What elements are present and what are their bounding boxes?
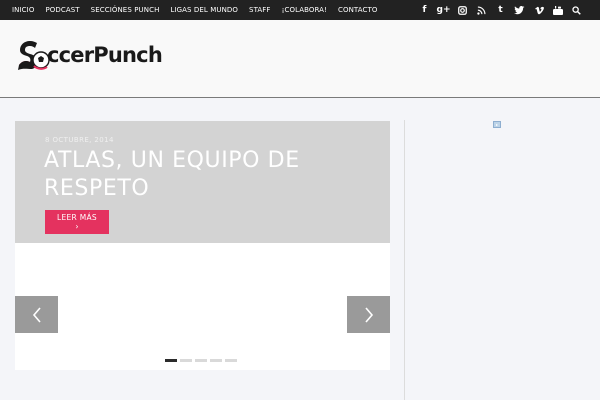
sidebar-divider <box>404 120 405 400</box>
nav-item-podcast[interactable]: PODCAST <box>45 6 79 14</box>
nav-item-contacto[interactable]: CONTACTO <box>338 6 378 14</box>
tumblr-icon[interactable]: t <box>491 0 510 20</box>
soccerpunch-logo[interactable]: ccerPunch <box>16 35 163 75</box>
social-links: f g+ t <box>415 0 586 20</box>
featured-slider: 8 OCTUBRE, 2014 ATLAS, UN EQUIPO DE RESP… <box>15 121 390 370</box>
read-more-label: LEER MÁS <box>56 213 97 222</box>
rss-icon[interactable] <box>472 0 491 20</box>
slider-prev-button[interactable] <box>15 296 58 333</box>
top-nav-bar: INICIO PODCAST SECCIÓNES PUNCH LIGAS DEL… <box>0 0 600 20</box>
slider-dot[interactable] <box>210 359 222 362</box>
slider-dot[interactable] <box>195 359 207 362</box>
slider-dot[interactable] <box>225 359 237 362</box>
main-nav: INICIO PODCAST SECCIÓNES PUNCH LIGAS DEL… <box>12 0 389 20</box>
slider-dot[interactable] <box>165 359 177 362</box>
slide-caption: 8 OCTUBRE, 2014 ATLAS, UN EQUIPO DE RESP… <box>15 121 390 243</box>
twitter-icon[interactable] <box>510 0 529 20</box>
soccer-ball-logo-icon <box>18 41 50 70</box>
read-more-button[interactable]: LEER MÁS › <box>45 210 109 234</box>
nav-item-staff[interactable]: STAFF <box>249 6 271 14</box>
ad-choices-icon[interactable]: ▸ <box>493 121 501 128</box>
nav-item-inicio[interactable]: INICIO <box>12 6 34 14</box>
slider-pagination <box>165 359 240 362</box>
google-plus-icon[interactable]: g+ <box>434 0 453 20</box>
nav-item-ligas-del-mundo[interactable]: LIGAS DEL MUNDO <box>170 6 238 14</box>
nav-item-secciones-punch[interactable]: SECCIÓNES PUNCH <box>91 6 160 14</box>
nav-item-colabora[interactable]: ¡COLABORA! <box>282 6 327 14</box>
site-header: ccerPunch <box>0 20 600 98</box>
logo-text: ccerPunch <box>47 43 163 67</box>
post-date: 8 OCTUBRE, 2014 <box>45 136 114 144</box>
chevron-right-icon: › <box>75 222 79 231</box>
slider-next-button[interactable] <box>347 296 390 333</box>
youtube-icon[interactable] <box>548 0 567 20</box>
slider-dot[interactable] <box>180 359 192 362</box>
instagram-icon[interactable] <box>453 0 472 20</box>
facebook-icon[interactable]: f <box>415 0 434 20</box>
post-headline[interactable]: ATLAS, UN EQUIPO DE RESPETO <box>44 147 344 203</box>
vimeo-icon[interactable] <box>529 0 548 20</box>
chevron-right-icon <box>364 306 373 323</box>
chevron-left-icon <box>32 306 41 323</box>
search-icon[interactable] <box>567 0 586 20</box>
